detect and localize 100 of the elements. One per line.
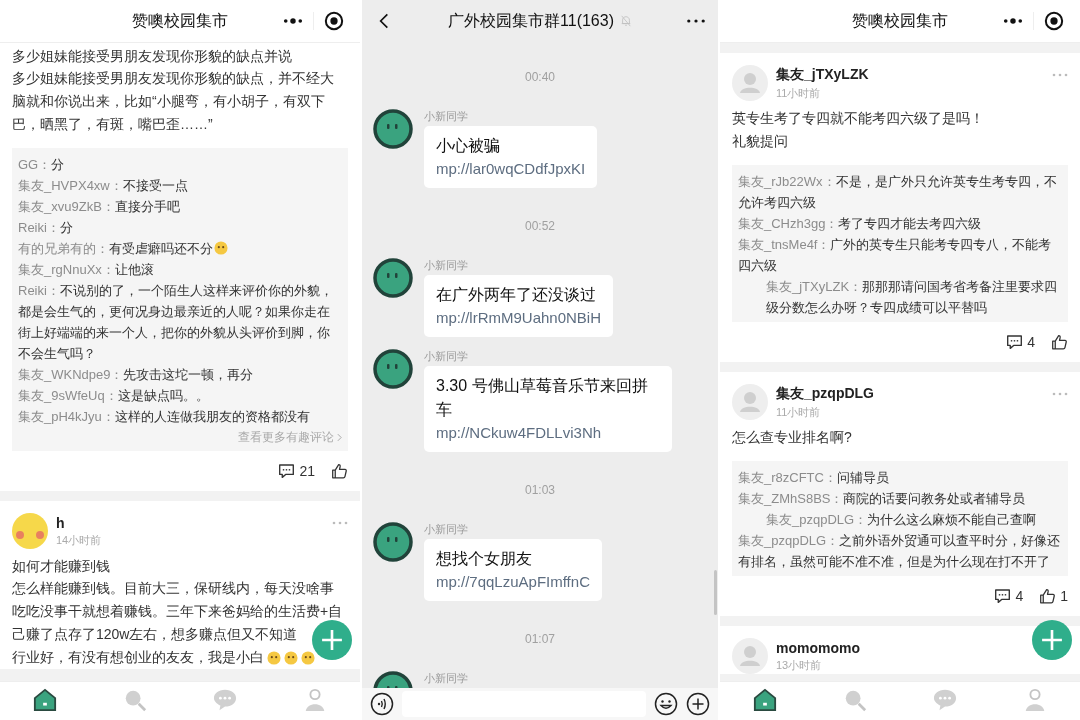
comment: 集友_tnsMe4f：广外的英专生只能考专四专八，不能考四六级 <box>738 237 1052 273</box>
close-target-icon[interactable] <box>324 11 344 31</box>
comment: 集友_r8zCFTC：问辅导员 <box>738 470 889 485</box>
thumbs-up-icon <box>331 463 348 479</box>
avatar-icon[interactable] <box>373 349 413 389</box>
voice-button[interactable] <box>370 692 394 716</box>
chat-bubble-icon <box>213 688 237 712</box>
comment: 集友_rgNnuXx：让他滚 <box>18 262 154 277</box>
post-text: 己赚了点存了120w左右，想多赚点但又不知道 <box>12 625 298 644</box>
timestamp: 01:07 <box>525 631 555 647</box>
timestamp: 00:40 <box>525 69 555 85</box>
comment-icon <box>278 463 296 479</box>
comment: 集友_pzqpDLG：为什么这么麻烦不能自己查啊 <box>766 512 1037 527</box>
more-icon[interactable] <box>1003 17 1023 25</box>
comment: 集友_WKNdpe9：先攻击这坨一顿，再分 <box>18 367 254 382</box>
author-name[interactable]: momomomo <box>776 639 860 656</box>
comment: 集友_ZMhS8BS：商院的话要问教务处或者辅导员 <box>738 491 1026 506</box>
post-text: 行业好，有没有想创业的友友，我是小白 <box>12 648 264 667</box>
chat-title: 广外校园集市群11(163) <box>448 10 614 31</box>
author-name[interactable]: 集友_pzqpDLG <box>776 384 874 403</box>
chat-bubble-icon <box>933 688 957 712</box>
plus-icon <box>1041 629 1063 651</box>
author-name[interactable]: h <box>56 514 65 531</box>
home-icon <box>753 688 777 712</box>
comment: 集友_pzqpDLG：之前外语外贸通可以查平时分，好像还有排名，虽然可能不准不准，但是为什么现在打不开了 <box>738 533 1061 569</box>
post-time: 13小时前 <box>776 657 822 673</box>
comment: Reiki：分 <box>18 220 73 235</box>
comment: 有的兄弟有的：有受虐癖吗还不分 <box>18 241 213 256</box>
message-text: 想找个女朋友 <box>436 549 532 569</box>
search-icon <box>843 688 867 712</box>
page-title: 赞噢校园集市 <box>132 10 228 31</box>
person-icon <box>303 688 327 712</box>
post-text: 怎么样能赚到钱。目前大三，保研线内，每天没啥事 <box>12 579 334 598</box>
plus-icon <box>686 692 710 716</box>
comment: 集友_CHzh3gg：考了专四才能去考四六级 <box>738 216 982 231</box>
sender-name: 小新同学 <box>424 522 468 536</box>
scroll-indicator <box>714 570 717 615</box>
message-text: 小心被骗 <box>436 136 500 156</box>
like-button[interactable] <box>1051 334 1068 350</box>
comment: 集友_pH4kJyu：这样的人连做我朋友的资格都没有 <box>18 409 310 424</box>
person-icon <box>1023 688 1047 712</box>
smiley-icon <box>654 692 678 716</box>
like-button[interactable]: 1 <box>1039 588 1068 604</box>
thumbs-up-icon <box>1039 588 1057 604</box>
comment: Reiki：不说别的了，一个陌生人这样来评价你的外貌，都是会生气的，更何况身边最亲近的人呢？如果你走在街上好端端的来一个人，把你的外貌从头评价到脚，你不会生气吗？ <box>18 283 333 361</box>
message-link[interactable]: mp://NCkuw4FDLLvi3Nh <box>436 422 602 444</box>
comment: 集友_9sWfeUq：这是缺点吗。。 <box>18 388 209 403</box>
comment: 集友_xvu9ZkB：直接分手吧 <box>18 199 180 214</box>
comment: 集友_jTXyLZK：那那那请问国考省考备注里要求四级分数怎么办呀？专四成绩可以平替吗 <box>766 279 1058 315</box>
timestamp: 01:03 <box>525 482 555 498</box>
message-link[interactable]: mp://lar0wqCDdfJpxKI <box>436 158 586 180</box>
message-link[interactable]: mp://lrRmM9Uahn0NBiH <box>436 307 602 329</box>
comment: 集友_rJb22Wx：不是，是广外只允许英专生考专四，不允许考四六级 <box>738 174 1057 210</box>
close-target-icon[interactable] <box>1044 11 1064 31</box>
comment-button[interactable]: 4 <box>994 588 1024 604</box>
post-time: 14小时前 <box>56 532 102 548</box>
post-time: 11小时前 <box>776 85 821 101</box>
post-title: 多少姐妹能接受男朋友发现你形貌的缺点并说 <box>12 47 293 66</box>
voice-icon <box>370 692 394 716</box>
message-text: 3.30 号佛山草莓音乐节来回拼车 <box>436 376 649 420</box>
sender-name: 小新同学 <box>424 671 468 685</box>
more-icon[interactable] <box>283 17 303 25</box>
comment-button[interactable]: 21 <box>278 463 315 479</box>
avatar-icon <box>732 65 768 101</box>
avatar-icon[interactable] <box>373 522 413 562</box>
sender-name: 小新同学 <box>424 258 468 272</box>
post-title: 如何才能赚到钱 <box>12 557 111 576</box>
avatar-icon <box>732 638 768 674</box>
post-text: 礼貌提问 <box>732 132 788 151</box>
post-text: 多少姐妹能接受男朋友发现你形貌的缺点，并不经大 <box>12 69 334 88</box>
page-title: 赞噢校园集市 <box>852 10 948 31</box>
comment-icon <box>1006 334 1024 350</box>
thumbs-up-icon <box>1051 334 1068 350</box>
comment: GG：分 <box>18 157 65 172</box>
home-icon <box>33 688 57 712</box>
emoji-button[interactable] <box>654 692 678 716</box>
post-text: 巴，晒黑了，有斑，嘴巴歪……” <box>12 115 213 134</box>
post-text: 吃吃没事干就想着赚钱。三年下来爸妈给的生活费+自 <box>12 602 343 621</box>
author-name[interactable]: 集友_jTXyLZK <box>776 65 869 84</box>
avatar-icon <box>732 384 768 420</box>
like-button[interactable] <box>331 463 348 479</box>
comment: 集友_HVPX4xw：不接受一点 <box>18 178 188 193</box>
plus-icon <box>321 629 343 651</box>
back-icon <box>379 12 389 30</box>
search-icon <box>123 688 147 712</box>
sender-name: 小新同学 <box>424 109 468 123</box>
comment-icon <box>994 588 1012 604</box>
avatar-icon[interactable] <box>373 258 413 298</box>
chevron-right-icon <box>337 432 342 442</box>
post-text: 怎么查专业排名啊? <box>732 428 852 447</box>
post-text: 脑就和你说出来，比如“小腿弯，有小胡子，有双下 <box>12 92 325 111</box>
more-icon <box>687 19 705 23</box>
timestamp: 00:52 <box>525 218 555 234</box>
message-link[interactable]: mp://7qqLzuApFImffnC <box>436 571 590 593</box>
comment-button[interactable]: 4 <box>1006 334 1035 350</box>
message-text: 在广外两年了还没谈过 <box>436 285 596 305</box>
post-time: 11小时前 <box>776 404 821 420</box>
post-text: 英专生考了专四就不能考四六级了是吗！ <box>732 109 984 128</box>
avatar-icon[interactable] <box>373 109 413 149</box>
plus-button[interactable] <box>686 692 710 716</box>
